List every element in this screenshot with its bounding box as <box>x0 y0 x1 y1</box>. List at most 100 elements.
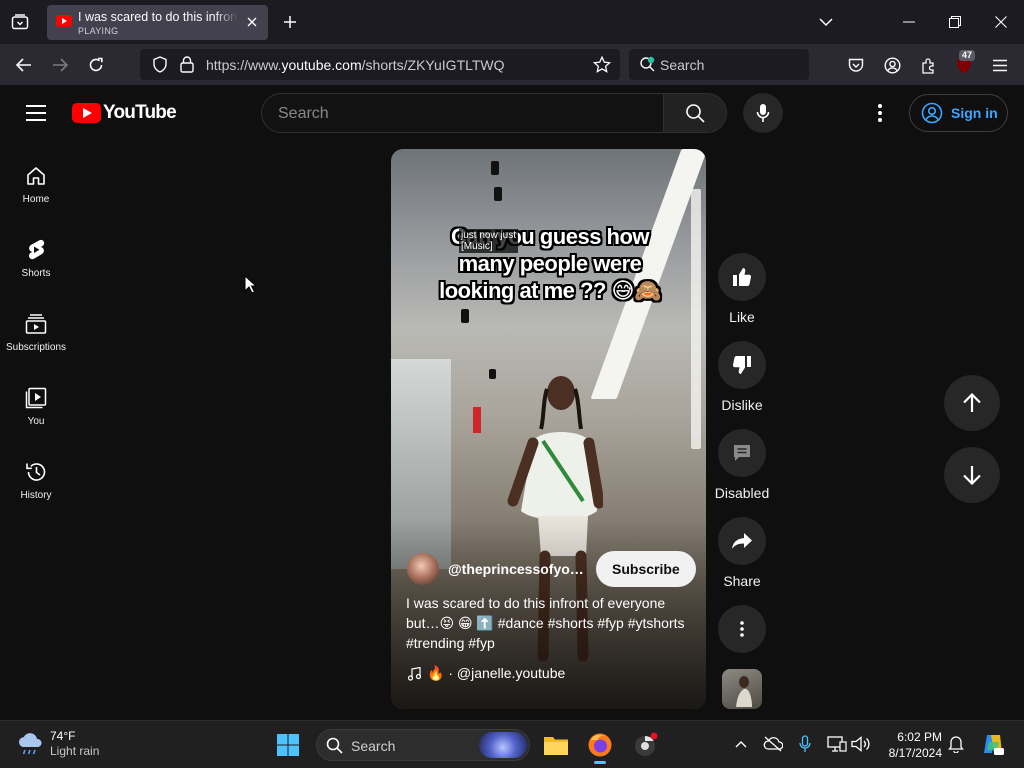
active-tab[interactable]: I was scared to do this infront of every… <box>47 5 268 40</box>
subscribe-button[interactable]: Subscribe <box>596 551 696 587</box>
video-description[interactable]: I was scared to do this infront of every… <box>406 593 691 653</box>
sound-link[interactable]: 🔥 · @janelle.youtube <box>407 665 565 682</box>
more-actions-circle[interactable] <box>718 605 766 653</box>
voice-search-button[interactable] <box>743 93 783 133</box>
previous-short-button[interactable] <box>944 375 1000 431</box>
system-clock[interactable]: 6:02 PM 8/17/2024 <box>880 729 942 761</box>
list-all-tabs-icon[interactable] <box>813 9 839 35</box>
closed-captions: just now just [Music] <box>459 229 519 253</box>
channel-name[interactable]: @theprincessofyoutube <box>448 561 586 577</box>
sidebar-item-subscriptions[interactable]: Subscriptions <box>0 304 72 364</box>
pocket-icon[interactable] <box>843 52 869 78</box>
app-menu-icon[interactable] <box>987 52 1013 78</box>
sidebar-item-home[interactable]: Home <box>0 156 72 216</box>
file-explorer-icon[interactable] <box>540 729 572 761</box>
browser-nav-bar: https://www.youtube.com/shorts/ZKYuIGTLT… <box>0 44 1024 85</box>
sidebar-item-history[interactable]: History <box>0 452 72 512</box>
sidebar-item-label: Shorts <box>21 268 51 279</box>
browser-search-placeholder: Search <box>660 57 705 73</box>
sidebar-item-label: Home <box>22 194 50 205</box>
taskbar-search-input[interactable]: Search <box>316 729 530 761</box>
taskbar-search-placeholder: Search <box>351 738 396 754</box>
clock-time: 6:02 PM <box>897 730 942 744</box>
sign-in-button[interactable]: Sign in <box>909 94 1008 132</box>
tab-list-icon[interactable] <box>8 10 32 34</box>
sound-label: 🔥 · @janelle.youtube <box>427 665 566 681</box>
microphone-tray-icon[interactable] <box>794 733 816 755</box>
minimize-icon[interactable] <box>896 9 922 35</box>
mouse-cursor-icon <box>244 274 258 299</box>
share-label: Share <box>723 573 761 589</box>
search-icon <box>686 104 705 123</box>
close-window-icon[interactable] <box>988 9 1014 35</box>
ceiling-light-strip <box>691 189 701 449</box>
volume-icon[interactable] <box>850 733 872 755</box>
guide-menu-icon[interactable] <box>22 99 50 127</box>
bookmark-star-icon[interactable] <box>592 55 612 78</box>
dislike-circle[interactable] <box>718 341 766 389</box>
reload-icon[interactable] <box>83 52 109 78</box>
browser-search-bar[interactable]: Search <box>629 49 809 80</box>
thumbs-down-icon <box>732 356 751 374</box>
dislike-label: Dislike <box>721 397 763 413</box>
search-highlight-image <box>479 732 527 758</box>
show-hidden-icons-chevron-icon[interactable] <box>730 733 752 755</box>
youtube-search-placeholder: Search <box>278 105 329 122</box>
firefox-taskbar-icon[interactable] <box>584 729 616 764</box>
close-tab-icon[interactable] <box>243 13 261 31</box>
arrow-down-icon <box>963 466 981 485</box>
history-icon <box>24 460 48 484</box>
url-path: /shorts/ZKYuIGTLTWQ <box>361 57 505 73</box>
short-video-player[interactable]: Can you guess how many people were looki… <box>391 149 706 709</box>
red-store-sign <box>473 407 481 433</box>
comments-circle[interactable] <box>718 429 766 477</box>
lock-icon[interactable] <box>180 56 194 78</box>
channel-avatar[interactable] <box>407 553 439 585</box>
sound-thumbnail[interactable] <box>722 669 762 709</box>
search-engine-icon[interactable] <box>639 56 655 77</box>
sidebar-item-label: You <box>27 416 45 427</box>
ceiling-light <box>491 161 499 175</box>
url-prefix: https://www. <box>206 57 282 73</box>
url-text[interactable]: https://www.youtube.com/shorts/ZKYuIGTLT… <box>206 57 505 73</box>
dislike-button[interactable]: Dislike <box>714 341 770 413</box>
like-circle[interactable] <box>718 253 766 301</box>
comments-button[interactable]: Disabled <box>714 429 770 501</box>
youtube-logo[interactable]: YouTube <box>72 102 177 124</box>
next-short-button[interactable] <box>944 447 1000 503</box>
start-button[interactable] <box>272 729 304 761</box>
ceiling-light <box>494 187 502 201</box>
notifications-bell-icon[interactable] <box>945 733 967 755</box>
share-button[interactable]: Share <box>714 517 770 589</box>
you-icon <box>24 386 48 410</box>
settings-more-icon[interactable] <box>868 101 892 125</box>
tracking-protection-icon[interactable] <box>152 56 168 78</box>
search-icon <box>326 737 343 754</box>
weather-temp: 74°F <box>50 729 76 743</box>
network-icon[interactable] <box>826 733 848 755</box>
url-bar[interactable]: https://www.youtube.com/shorts/ZKYuIGTLT… <box>140 49 620 80</box>
back-icon[interactable] <box>11 52 37 78</box>
forward-icon[interactable] <box>47 52 73 78</box>
new-tab-button[interactable] <box>279 11 301 33</box>
weather-widget[interactable]: 74°F Light rain <box>16 729 99 759</box>
more-actions-button[interactable] <box>714 605 770 653</box>
windows-taskbar: 74°F Light rain Search 6:02 PM 8/17/2024 <box>0 720 1024 768</box>
like-label: Like <box>729 309 755 325</box>
like-button[interactable]: Like <box>714 253 770 325</box>
account-icon[interactable] <box>879 52 905 78</box>
chrome-app-icon[interactable] <box>629 729 661 761</box>
sidebar-item-shorts[interactable]: Shorts <box>0 230 72 290</box>
restore-icon[interactable] <box>942 9 968 35</box>
account-circle-icon <box>921 102 943 124</box>
extensions-icon[interactable] <box>915 52 941 78</box>
comments-label: Disabled <box>714 485 770 501</box>
youtube-search-input[interactable]: Search <box>261 93 663 133</box>
copilot-icon[interactable] <box>980 731 1006 757</box>
youtube-search-button[interactable] <box>663 93 727 133</box>
share-circle[interactable] <box>718 517 766 565</box>
more-vertical-icon <box>740 621 744 637</box>
windows-logo-icon <box>277 734 299 756</box>
sidebar-item-you[interactable]: You <box>0 378 72 438</box>
onedrive-off-icon[interactable] <box>762 733 784 755</box>
